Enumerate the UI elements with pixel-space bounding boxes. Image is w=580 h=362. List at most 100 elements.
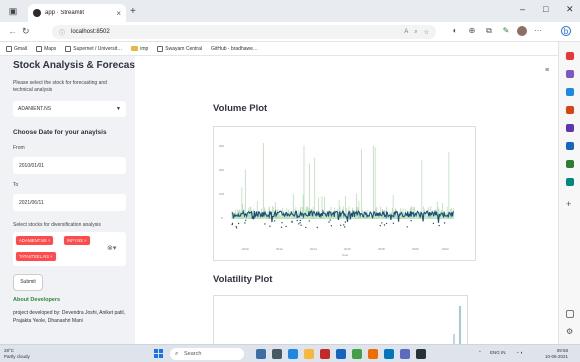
page-icon (36, 45, 43, 52)
address-bar-row: ← ↻ ⓘ localhost:8502 A ⌕ ☆ ◐ ⊕ ⧉ ✎ ··· b (0, 22, 580, 42)
bookmark-imp[interactable]: imp (131, 46, 148, 52)
bookmarks-bar: Gmail Maps Supernet / Universit… imp Swa… (0, 42, 580, 56)
bookmark-maps[interactable]: Maps (36, 45, 56, 52)
to-date-input[interactable]: 2021/06/11 (13, 194, 126, 211)
minimize-button[interactable]: – (520, 4, 525, 14)
vscode-icon[interactable] (400, 349, 410, 359)
volatility-plot[interactable] (213, 295, 468, 344)
volume-point (291, 221, 293, 223)
volume-point (237, 222, 240, 225)
page-icon (65, 45, 72, 52)
browser-tab-bar: ▣ app · Streamlit × + – □ ✕ (0, 0, 580, 22)
chip-tatasteel[interactable]: TATASTEEL.NS × (16, 252, 56, 261)
task-view-icon[interactable] (256, 349, 266, 359)
tray-lang[interactable]: ENG IN (490, 350, 506, 355)
volume-point (296, 219, 298, 222)
y-tick: 300 (219, 144, 224, 148)
refresh-icon[interactable]: ↻ (22, 26, 30, 37)
app-icon[interactable] (368, 349, 378, 359)
tab-close-icon[interactable]: × (116, 9, 121, 18)
back-icon[interactable]: ← (8, 26, 17, 36)
collections-icon[interactable]: ⊕ (467, 26, 477, 36)
sidebar-title: Stock Analysis & Forecasting (13, 60, 135, 71)
gear-icon[interactable]: ⚙ (566, 328, 574, 336)
add-icon[interactable]: + (566, 200, 574, 209)
edge-icon[interactable] (288, 349, 298, 359)
file-explorer-icon[interactable] (304, 349, 314, 359)
volume-point (328, 221, 330, 223)
widgets-icon[interactable] (272, 349, 282, 359)
about-developers-link[interactable]: About Developers (13, 297, 60, 303)
sidebar-settings-icon[interactable] (566, 310, 574, 318)
read-aloud-icon[interactable]: A (404, 29, 408, 35)
hamburger-menu-icon[interactable]: ≡ (545, 67, 549, 74)
browser-tab[interactable]: app · Streamlit × (28, 4, 126, 22)
windows-taskbar: 28°C Partly cloudy ⌕ Search ⌃ ENG IN ◔ ◖… (0, 344, 580, 362)
favorite-icon[interactable]: ☆ (424, 29, 429, 36)
bookmark-gmail[interactable]: Gmail (6, 45, 27, 52)
maximize-button[interactable]: □ (543, 4, 548, 14)
chip-infy[interactable]: INFY.NS × (64, 236, 90, 245)
search-icon[interactable] (566, 52, 574, 60)
x-axis-ticks: 2010 2012 2014 2016 2018 2020 2022 (242, 247, 449, 251)
profile-avatar[interactable] (517, 26, 527, 36)
designer-icon[interactable] (566, 178, 574, 186)
green-extension-icon[interactable]: ✎ (501, 26, 511, 36)
tray-arrow-icon[interactable]: ⌃ (478, 350, 482, 356)
taskbar-search[interactable]: ⌕ Search (170, 348, 244, 360)
volatility-plot-svg (453, 306, 461, 344)
url-text[interactable]: localhost:8502 (71, 29, 398, 35)
volume-point (344, 226, 346, 228)
extension-icon[interactable]: ◐ (450, 26, 460, 36)
clock[interactable]: 09:58 10-06-2021 (545, 348, 568, 360)
zoom-icon[interactable]: ⌕ (414, 29, 417, 36)
terminal-icon[interactable] (416, 349, 426, 359)
address-bar[interactable]: ⓘ localhost:8502 A ⌕ ☆ (52, 25, 436, 39)
x-tick: 2022 (442, 247, 449, 251)
edge-sidebar: + ⚙ (558, 42, 580, 344)
chevron-down-icon: ▼ (116, 106, 121, 112)
outlook-icon[interactable] (566, 142, 574, 150)
bookmark-github[interactable]: GitHub - bradhawe… (211, 46, 258, 52)
tools-icon[interactable] (566, 88, 574, 96)
bookmark-supernet[interactable]: Supernet / Universit… (65, 45, 122, 52)
chrome-icon[interactable] (352, 349, 362, 359)
close-window-button[interactable]: ✕ (566, 4, 574, 15)
info-icon[interactable]: ⓘ (59, 28, 65, 37)
clear-all-icon[interactable]: ⊗▾ (107, 244, 116, 252)
more-options-icon[interactable]: ··· (533, 26, 543, 36)
volume-point (438, 224, 440, 227)
submit-button[interactable]: Submit (13, 274, 43, 291)
bing-chat-icon[interactable]: b (561, 26, 571, 36)
app-icon[interactable] (384, 349, 394, 359)
office-icon[interactable] (320, 349, 330, 359)
volume-point (308, 220, 310, 222)
shopping-icon[interactable] (566, 70, 574, 78)
volume-plot[interactable]: 300 200 100 0 2010 2012 2014 2016 2018 2… (213, 126, 476, 261)
tab-actions-icon[interactable]: ▣ (6, 4, 20, 18)
volume-point (392, 222, 395, 224)
volume-point (231, 222, 234, 225)
chip-adanient[interactable]: ADANIENT.NS × (16, 236, 54, 245)
y-tick: 200 (219, 168, 224, 172)
new-tab-button[interactable]: + (130, 6, 136, 17)
extensions-icon[interactable]: ⧉ (484, 26, 494, 36)
volume-point (344, 221, 347, 223)
diversification-label: Select stocks for diversification analys… (13, 222, 101, 228)
date-heading: Choose Date for your anaylsis (13, 129, 107, 136)
streamlit-favicon-icon (33, 9, 41, 17)
from-date-input[interactable]: 2010/01/01 (13, 157, 126, 174)
diversification-multiselect[interactable]: ADANIENT.NS × INFY.NS × TATASTEEL.NS × ⊗… (13, 232, 126, 266)
office-icon[interactable] (566, 124, 574, 132)
wifi-volume-icon[interactable]: ◔ ◖ (516, 350, 523, 355)
windows-start-icon[interactable] (154, 349, 164, 359)
taskbar-search-text: Search (184, 351, 202, 357)
stock-select[interactable]: ADANIENT.NS ▼ (13, 101, 126, 117)
x-tick: 2020 (412, 247, 419, 251)
volume-point (300, 224, 302, 226)
drop-icon[interactable] (566, 160, 574, 168)
weather-widget[interactable]: 28°C Partly cloudy (4, 348, 30, 360)
games-icon[interactable] (566, 106, 574, 114)
bookmark-swayam[interactable]: Swayam Central (157, 45, 202, 52)
store-icon[interactable] (336, 349, 346, 359)
